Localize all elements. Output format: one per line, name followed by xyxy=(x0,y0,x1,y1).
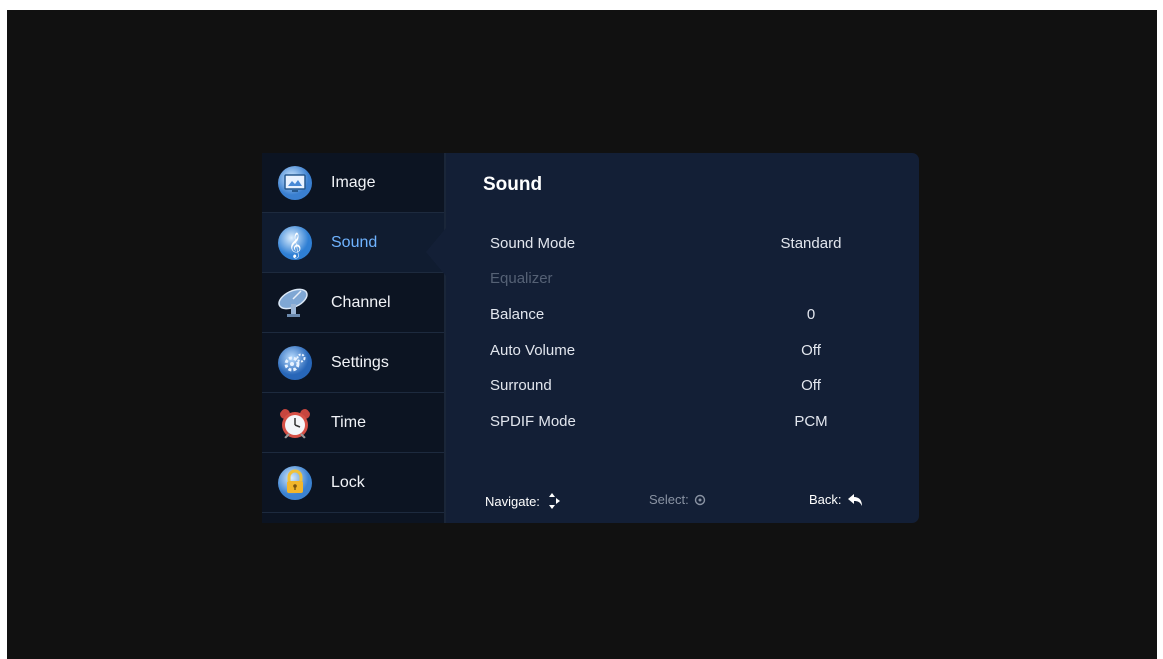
back-hint: Back: xyxy=(809,492,863,507)
padlock-icon xyxy=(278,466,312,500)
sidebar-item-label: Channel xyxy=(331,294,391,311)
navigate-hint: Navigate: xyxy=(485,492,561,510)
image-icon xyxy=(278,166,312,200)
setting-row-equalizer: Equalizer xyxy=(446,264,919,294)
ok-button-icon xyxy=(694,494,705,505)
setting-name: SPDIF Mode xyxy=(490,413,576,430)
setting-value: Off xyxy=(801,342,821,359)
setting-name: Balance xyxy=(490,306,545,323)
setting-row-spdif-mode[interactable]: SPDIF Mode PCM xyxy=(446,407,919,437)
sidebar-item-time[interactable]: Time xyxy=(262,393,446,453)
back-arrow-icon xyxy=(847,493,862,506)
setting-row-auto-volume[interactable]: Auto Volume Off xyxy=(446,336,919,366)
sidebar-item-lock[interactable]: Lock xyxy=(262,453,446,513)
sidebar-item-label: Sound xyxy=(331,234,378,251)
satellite-dish-icon xyxy=(278,288,308,317)
navigate-label: Navigate: xyxy=(485,493,540,509)
sidebar-item-channel[interactable]: Channel xyxy=(262,273,446,333)
sidebar-item-label: Lock xyxy=(331,474,365,491)
setting-row-surround[interactable]: Surround Off xyxy=(446,371,919,401)
selection-pointer xyxy=(426,228,446,276)
page-title: Sound xyxy=(483,174,543,195)
key-hint-bar: Navigate: Select: Back: xyxy=(446,492,919,516)
setting-value: Off xyxy=(801,377,821,394)
setting-value: 0 xyxy=(806,306,816,323)
alarm-clock-icon xyxy=(280,409,310,439)
sound-settings-panel: Sound Sound Mode Standard Equalizer Bala… xyxy=(446,153,919,523)
setting-name: Sound Mode xyxy=(490,235,576,252)
setting-value: Standard xyxy=(780,235,842,252)
setting-row-sound-mode[interactable]: Sound Mode Standard xyxy=(446,229,919,259)
sidebar-item-label: Time xyxy=(331,414,366,431)
setting-name: Equalizer xyxy=(490,270,553,287)
setting-row-balance[interactable]: Balance 0 xyxy=(446,300,919,330)
sidebar-item-image[interactable]: Image xyxy=(262,153,446,213)
select-label: Select: xyxy=(649,492,689,507)
gear-icon xyxy=(278,346,312,380)
sidebar-item-sound[interactable]: 𝄞 Sound xyxy=(262,213,446,273)
navigate-arrows-icon xyxy=(548,493,560,509)
sidebar-item-label: Settings xyxy=(331,354,389,371)
sidebar-item-label: Image xyxy=(331,174,376,191)
setting-value: PCM xyxy=(794,413,828,430)
select-hint: Select: xyxy=(649,492,706,507)
svg-text:𝄞: 𝄞 xyxy=(288,232,301,258)
back-label: Back: xyxy=(809,492,842,507)
setting-name: Surround xyxy=(490,377,552,394)
sound-icon: 𝄞 xyxy=(278,226,312,260)
sidebar-item-settings[interactable]: Settings xyxy=(262,333,446,393)
sidebar-menu: Image 𝄞 Sound Channel Settings Time Lock xyxy=(262,153,446,523)
setting-name: Auto Volume xyxy=(490,342,576,359)
